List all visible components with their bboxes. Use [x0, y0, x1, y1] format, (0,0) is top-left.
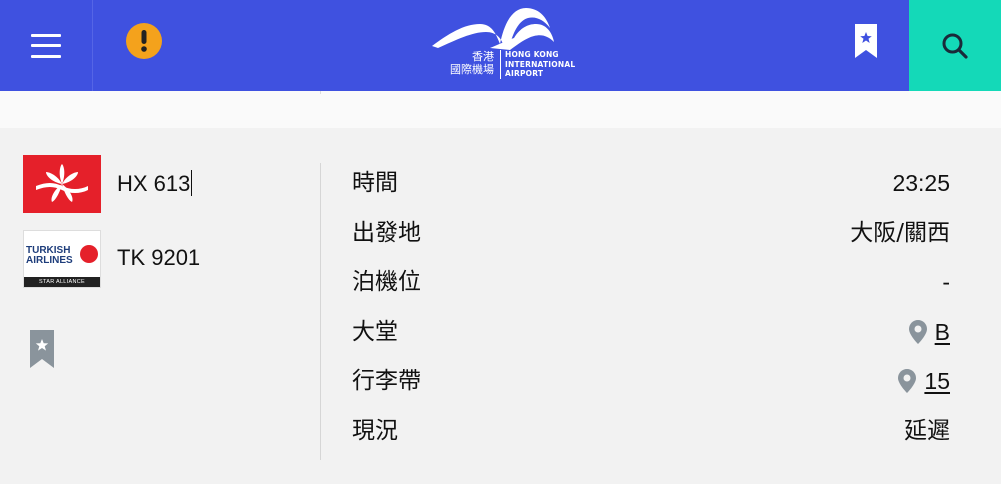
- detail-row-time: 時間 23:25: [352, 165, 950, 201]
- location-pin-icon: [908, 320, 927, 344]
- hamburger-icon: [31, 33, 61, 58]
- detail-value-status: 延遲: [904, 418, 950, 444]
- turkish-bird-icon: [80, 245, 98, 263]
- search-button[interactable]: [909, 0, 1001, 91]
- detail-row-belt: 行李帶 15: [352, 363, 950, 399]
- detail-label: 時間: [352, 170, 398, 196]
- hall-link[interactable]: B: [935, 314, 950, 350]
- detail-value-origin: 大阪/關西: [850, 220, 950, 246]
- alert-button[interactable]: [126, 23, 162, 59]
- detail-value-belt: 15: [898, 363, 950, 399]
- sub-header-bar: [0, 91, 1001, 128]
- detail-row-origin: 出發地 大阪/關西: [352, 215, 950, 251]
- detail-value-time: 23:25: [892, 170, 950, 196]
- bookmark-star-icon[interactable]: [30, 330, 54, 368]
- app-header: 香港 國際機場 HONG KONG INTERNATIONAL AIRPORT: [0, 0, 1001, 91]
- logo-english-name: HONG KONG INTERNATIONAL AIRPORT: [500, 50, 575, 79]
- detail-label: 行李帶: [352, 368, 421, 394]
- sub-header-divider: [320, 91, 321, 94]
- detail-value-hall: B: [908, 314, 950, 350]
- turkish-logo-text: TURKISH AIRLINES: [26, 245, 73, 266]
- detail-row-stand: 泊機位 -: [352, 264, 950, 300]
- flight-number-tk[interactable]: TK 9201: [117, 245, 200, 271]
- bauhinia-icon: [36, 164, 88, 202]
- detail-value-stand: -: [942, 269, 950, 295]
- exclamation-icon: [141, 30, 147, 52]
- detail-row-hall: 大堂 B: [352, 314, 950, 350]
- menu-button[interactable]: [0, 0, 93, 91]
- detail-label: 現況: [352, 418, 398, 444]
- location-pin-icon: [898, 369, 917, 393]
- panel-divider: [320, 163, 321, 460]
- star-alliance-band: STAR ALLIANCE: [24, 277, 100, 287]
- hong-kong-airlines-logo: [23, 155, 101, 213]
- turkish-airlines-logo: TURKISH AIRLINES STAR ALLIANCE: [23, 230, 101, 288]
- bookmark-star-icon[interactable]: [855, 24, 877, 58]
- detail-label: 泊機位: [352, 269, 421, 295]
- belt-link[interactable]: 15: [924, 363, 950, 399]
- logo-chinese-name: 香港 國際機場: [450, 50, 494, 76]
- detail-row-status: 現況 延遲: [352, 413, 950, 449]
- detail-label: 大堂: [352, 319, 398, 345]
- flight-number-hx[interactable]: HX 613: [117, 170, 193, 197]
- text-caret: [191, 170, 193, 196]
- search-icon: [942, 33, 968, 59]
- detail-label: 出發地: [352, 220, 421, 246]
